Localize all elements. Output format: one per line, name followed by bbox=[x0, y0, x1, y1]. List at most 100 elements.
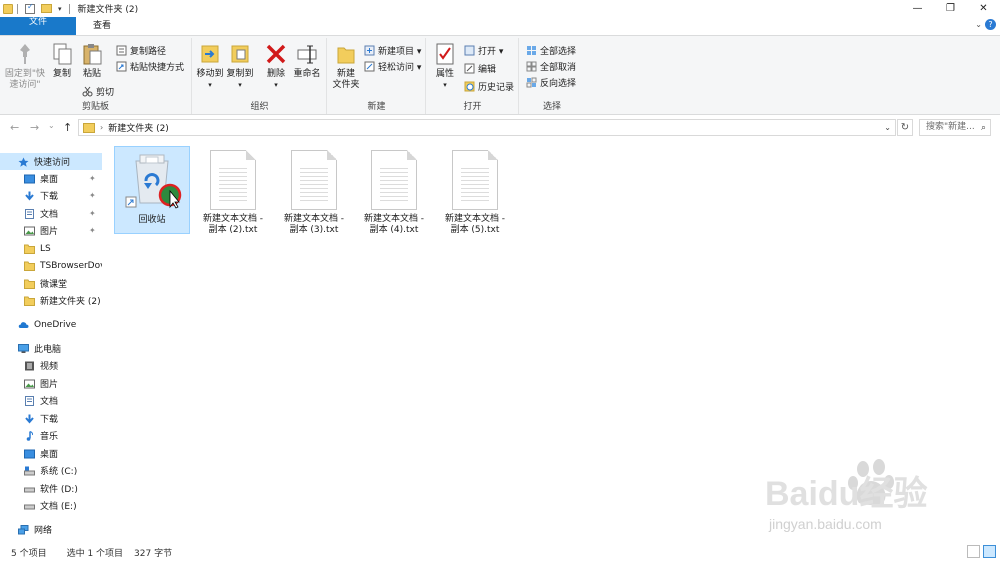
sidebar-item-pictures[interactable]: 图片 ✦ bbox=[0, 222, 102, 239]
delete-button[interactable]: 删除 ▾ bbox=[263, 42, 289, 91]
search-input[interactable]: 搜索"新建... ⌕ bbox=[919, 119, 991, 136]
move-to-button[interactable]: 移动到 ▾ bbox=[195, 42, 225, 91]
paste-icon bbox=[81, 42, 103, 66]
sidebar-item-new-folder-2[interactable]: 新建文件夹 (2) bbox=[0, 292, 102, 309]
new-item-icon bbox=[364, 45, 375, 56]
invert-selection-button[interactable]: 反向选择 bbox=[526, 75, 576, 89]
sidebar-item-drive-e[interactable]: 文档 (E:) bbox=[0, 497, 102, 514]
sidebar-item-network[interactable]: 网络 bbox=[0, 521, 102, 538]
tab-view[interactable]: 查看 bbox=[82, 17, 122, 35]
sidebar-item-pc-documents[interactable]: 文档 bbox=[0, 392, 102, 409]
folder-icon bbox=[24, 244, 35, 254]
recycle-bin-icon bbox=[125, 154, 182, 209]
sidebar-label: 视频 bbox=[40, 362, 59, 372]
sidebar-item-pc-pictures[interactable]: 图片 bbox=[0, 375, 102, 392]
pin-icon bbox=[14, 42, 36, 66]
customize-quick-access-dropdown[interactable]: ▾ bbox=[58, 5, 62, 13]
new-folder-icon bbox=[335, 42, 357, 66]
sidebar-item-quick-access[interactable]: 快速访问 bbox=[0, 153, 102, 170]
close-button[interactable]: ✕ bbox=[967, 0, 1000, 17]
select-all-button[interactable]: 全部选择 bbox=[526, 43, 576, 57]
organize-group: 移动到 ▾ 复制到 ▾ 删除 ▾ 重命名 组织 bbox=[193, 38, 327, 114]
breadcrumb-current[interactable]: 新建文件夹 (2) bbox=[108, 121, 169, 134]
sidebar-label: 图片 bbox=[40, 380, 59, 390]
maximize-button[interactable]: ❐ bbox=[934, 0, 967, 17]
file-name-line-1: 新建文本文档 - bbox=[283, 214, 345, 224]
pin-icon: ✦ bbox=[89, 191, 96, 200]
delete-label: 删除 bbox=[266, 69, 285, 79]
open-icon bbox=[464, 45, 475, 56]
sidebar-label: LS bbox=[40, 243, 51, 254]
sidebar-item-weiketang[interactable]: 微课堂 bbox=[0, 275, 102, 292]
chevron-down-icon[interactable]: ⌄ bbox=[975, 20, 982, 29]
open-button[interactable]: 打开 ▾ bbox=[464, 43, 503, 57]
sidebar-item-videos[interactable]: 视频 bbox=[0, 357, 102, 374]
sidebar-label: TSBrowserDov bbox=[40, 260, 102, 271]
forward-button[interactable]: → bbox=[30, 121, 39, 134]
properties-icon bbox=[434, 42, 456, 66]
rename-button[interactable]: 重命名 bbox=[291, 42, 323, 80]
select-none-button[interactable]: 全部取消 bbox=[526, 59, 576, 73]
sidebar-item-onedrive[interactable]: OneDrive bbox=[0, 316, 102, 333]
window-title: 新建文件夹 (2) bbox=[77, 5, 139, 15]
cut-button[interactable]: 剪切 bbox=[82, 84, 114, 98]
back-button[interactable]: ← bbox=[10, 121, 19, 134]
sidebar-label: 图片 bbox=[40, 227, 59, 237]
file-item-txt-3[interactable]: 新建文本文档 - 副本 (3).txt bbox=[276, 146, 352, 235]
copy-path-button[interactable]: 复制路径 bbox=[116, 43, 166, 57]
refresh-button[interactable]: ↻ bbox=[897, 119, 913, 136]
edit-button[interactable]: 编辑 bbox=[464, 61, 496, 75]
sidebar-item-music[interactable]: 音乐 bbox=[0, 427, 102, 444]
copy-to-button[interactable]: 复制到 ▾ bbox=[225, 42, 255, 91]
pin-quick-access-button[interactable]: 固定到"快 速访问" bbox=[3, 42, 47, 91]
invert-selection-icon bbox=[526, 77, 537, 88]
sidebar-item-tsbrowser[interactable]: TSBrowserDov bbox=[0, 257, 102, 274]
easy-access-button[interactable]: 轻松访问 ▾ bbox=[364, 59, 421, 73]
paste-button[interactable]: 粘贴 bbox=[79, 42, 105, 80]
file-item-txt-5[interactable]: 新建文本文档 - 副本 (5).txt bbox=[437, 146, 513, 235]
address-dropdown-icon[interactable]: ⌄ bbox=[884, 123, 891, 132]
minimize-button[interactable]: — bbox=[901, 0, 934, 17]
folder-app-icon bbox=[3, 3, 13, 14]
sidebar-item-downloads[interactable]: 下载 ✦ bbox=[0, 187, 102, 204]
paste-shortcut-button[interactable]: 粘贴快捷方式 bbox=[116, 59, 184, 73]
file-item-recycle-bin[interactable]: 回收站 bbox=[114, 146, 190, 234]
sidebar-label: 此电脑 bbox=[34, 345, 62, 355]
sidebar-item-documents[interactable]: 文档 ✦ bbox=[0, 205, 102, 222]
new-group-label: 新建 bbox=[367, 102, 386, 112]
large-icons-view-button[interactable] bbox=[983, 545, 996, 558]
details-view-button[interactable] bbox=[967, 545, 980, 558]
copy-path-icon bbox=[116, 45, 127, 56]
file-item-txt-2[interactable]: 新建文本文档 - 副本 (2).txt bbox=[195, 146, 271, 235]
address-bar[interactable]: › 新建文件夹 (2) ⌄ bbox=[78, 119, 896, 136]
sidebar-item-drive-c[interactable]: 系统 (C:) bbox=[0, 462, 102, 479]
select-group: 全部选择 全部取消 反向选择 选择 bbox=[520, 38, 584, 114]
sidebar-item-pc-downloads[interactable]: 下载 bbox=[0, 410, 102, 427]
sidebar-item-pc-desktop[interactable]: 桌面 bbox=[0, 445, 102, 462]
folder-icon bbox=[24, 296, 35, 306]
move-to-label: 移动到 bbox=[196, 69, 224, 79]
new-folder-quick-icon[interactable] bbox=[41, 4, 52, 13]
new-item-button[interactable]: 新建项目 ▾ bbox=[364, 43, 421, 57]
recent-locations-dropdown[interactable]: ⌄ bbox=[48, 121, 55, 130]
history-button[interactable]: 历史记录 bbox=[464, 79, 514, 93]
file-item-txt-4[interactable]: 新建文本文档 - 副本 (4).txt bbox=[356, 146, 432, 235]
properties-quick-icon[interactable] bbox=[25, 2, 35, 14]
help-icon[interactable]: ? bbox=[985, 19, 996, 30]
folder-icon bbox=[24, 279, 35, 289]
sidebar-item-desktop[interactable]: 桌面 ✦ bbox=[0, 170, 102, 187]
sidebar-item-ls[interactable]: LS bbox=[0, 240, 102, 257]
properties-button[interactable]: 属性 ▾ bbox=[432, 42, 458, 91]
sidebar-item-drive-d[interactable]: 软件 (D:) bbox=[0, 480, 102, 497]
text-file-icon bbox=[210, 150, 256, 210]
breadcrumb-chevron-icon[interactable]: › bbox=[100, 123, 103, 132]
copy-button[interactable]: 复制 bbox=[49, 42, 75, 80]
copy-icon bbox=[51, 42, 73, 66]
download-arrow-icon bbox=[25, 191, 34, 201]
sidebar-item-this-pc[interactable]: 此电脑 bbox=[0, 340, 102, 357]
up-button[interactable]: ↑ bbox=[63, 121, 72, 134]
cloud-icon bbox=[18, 321, 29, 328]
text-file-icon bbox=[452, 150, 498, 210]
new-folder-button[interactable]: 新建 文件夹 bbox=[331, 42, 361, 91]
sidebar-label: 新建文件夹 (2) bbox=[40, 297, 101, 307]
